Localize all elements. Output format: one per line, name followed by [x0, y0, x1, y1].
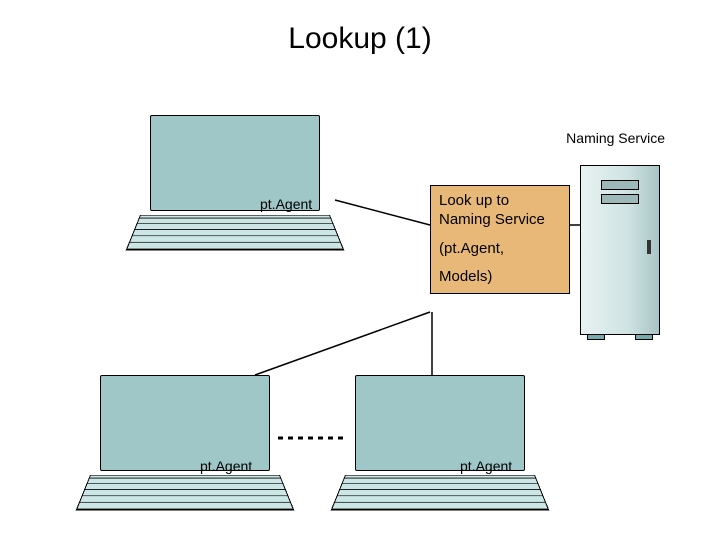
lookup-box: Look up to Naming Service (pt.Agent, Mod…: [430, 185, 570, 294]
lookup-box-line1: Look up to Naming Service: [439, 192, 561, 230]
laptop-screen: [355, 375, 525, 471]
server-foot: [587, 334, 605, 340]
laptop-bottom-left: [90, 375, 280, 525]
laptop-top-label: pt.Agent: [260, 196, 312, 212]
laptop-keyboard: [76, 475, 295, 510]
laptop-keyboard: [126, 215, 345, 250]
server-tower: [580, 165, 660, 335]
page-title: Lookup (1): [0, 22, 720, 56]
server-foot: [635, 334, 653, 340]
laptop-bottom-right: [345, 375, 535, 525]
laptop-screen: [100, 375, 270, 471]
naming-service-label: Naming Service: [566, 130, 665, 146]
laptop-top: [140, 115, 330, 265]
lookup-box-line3: Models): [439, 268, 561, 287]
server-slot: [647, 240, 651, 254]
laptop-keyboard: [331, 475, 550, 510]
laptop-bottom-left-label: pt.Agent: [200, 458, 252, 474]
lookup-box-line2: (pt.Agent,: [439, 240, 561, 259]
laptop-bottom-right-label: pt.Agent: [460, 458, 512, 474]
